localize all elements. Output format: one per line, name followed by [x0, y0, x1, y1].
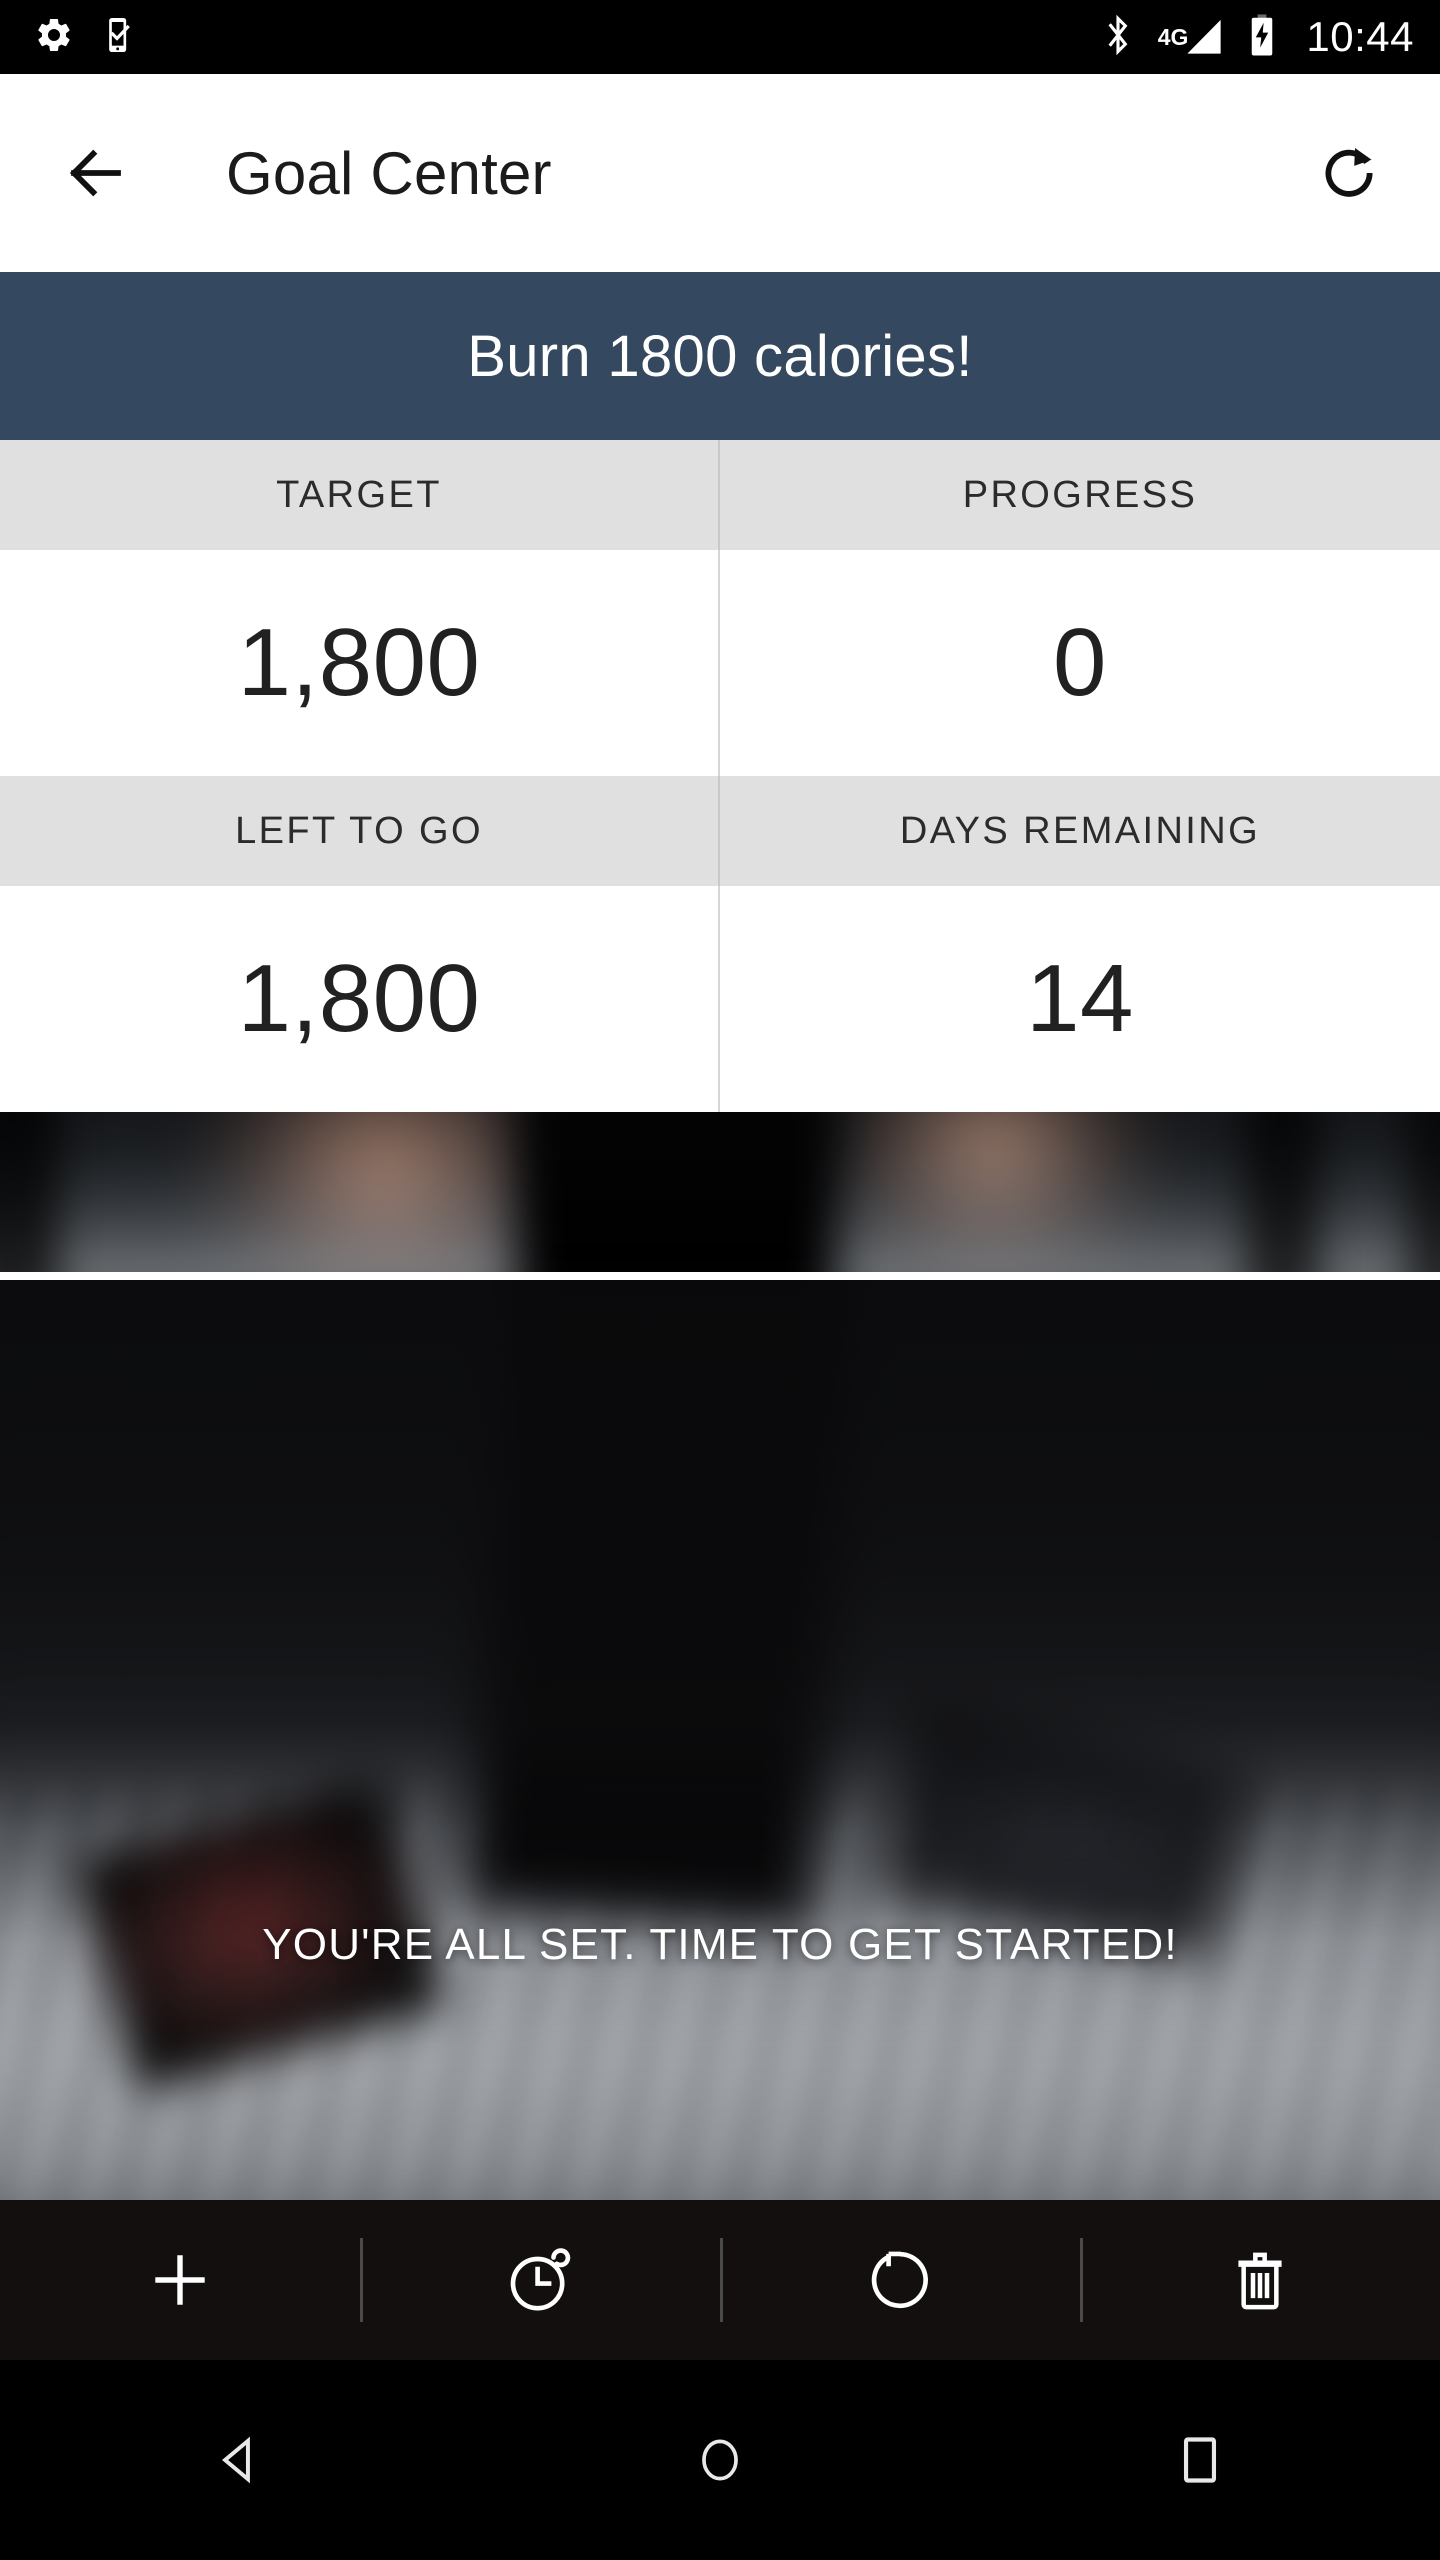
back-button[interactable] [60, 137, 132, 209]
signal-4g-icon: 4G [1158, 16, 1227, 58]
stat-header-progress: PROGRESS [720, 440, 1440, 550]
stat-header-days-remaining: DAYS REMAINING [720, 776, 1440, 886]
stat-value-days-remaining: 14 [1026, 945, 1134, 1052]
android-nav-bar [0, 2360, 1440, 2560]
photo-divider [0, 1272, 1440, 1280]
photo-strip-upper [0, 1112, 1440, 1272]
bluetooth-icon [1100, 13, 1136, 62]
stats-grid: TARGET PROGRESS 1,800 0 LEFT TO GO DAYS … [0, 440, 1440, 1112]
photo-strip-figure [518, 1112, 836, 1272]
photo-message-text: YOU'RE ALL SET. TIME TO GET STARTED! [262, 1920, 1178, 1969]
goal-photo-area: YOU'RE ALL SET. TIME TO GET STARTED! [0, 1112, 1440, 2200]
phone-screen: 4G 10:44 Goal Center Burn 1800 calories!… [0, 0, 1440, 2560]
android-home-button[interactable] [480, 2360, 960, 2560]
stat-value-cell-days-remaining: 14 [720, 886, 1440, 1112]
stats-header-row-1: TARGET PROGRESS [0, 440, 1440, 550]
stat-label-target: TARGET [276, 473, 442, 516]
status-bar: 4G 10:44 [0, 0, 1440, 74]
stat-value-cell-left-to-go: 1,800 [0, 886, 720, 1112]
reset-button[interactable] [720, 2200, 1080, 2360]
battery-charging-icon [1248, 13, 1276, 62]
photo-message: YOU'RE ALL SET. TIME TO GET STARTED! [0, 1920, 1440, 1970]
stat-header-left-to-go: LEFT TO GO [0, 776, 720, 886]
app-bar: Goal Center [0, 74, 1440, 272]
stat-label-left-to-go: LEFT TO GO [235, 809, 483, 852]
stats-value-row-1: 1,800 0 [0, 550, 1440, 776]
stat-header-target: TARGET [0, 440, 720, 550]
stat-value-left-to-go: 1,800 [237, 945, 481, 1052]
android-back-button[interactable] [0, 2360, 480, 2560]
delete-button[interactable] [1080, 2200, 1440, 2360]
goal-banner: Burn 1800 calories! [0, 272, 1440, 440]
stat-value-cell-progress: 0 [720, 550, 1440, 776]
goal-banner-text: Burn 1800 calories! [467, 323, 973, 389]
page-title: Goal Center [226, 139, 552, 207]
android-recents-button[interactable] [960, 2360, 1440, 2560]
stat-label-progress: PROGRESS [962, 473, 1198, 516]
stats-header-row-2: LEFT TO GO DAYS REMAINING [0, 776, 1440, 886]
phone-check-icon [100, 15, 140, 60]
add-goal-button[interactable] [0, 2200, 360, 2360]
photo-main-scrim [0, 1280, 1440, 2200]
status-bar-left-icons [34, 15, 140, 60]
stat-value-target: 1,800 [237, 609, 481, 716]
photo-main: YOU'RE ALL SET. TIME TO GET STARTED! [0, 1280, 1440, 2200]
stats-value-row-2: 1,800 14 [0, 886, 1440, 1112]
status-bar-right-icons: 4G 10:44 [1100, 13, 1414, 62]
refresh-button[interactable] [1310, 134, 1388, 212]
bottom-toolbar [0, 2200, 1440, 2360]
status-bar-clock: 10:44 [1306, 13, 1414, 60]
network-type-label: 4G [1157, 24, 1189, 50]
stat-value-cell-target: 1,800 [0, 550, 720, 776]
history-button[interactable] [360, 2200, 720, 2360]
stat-label-days-remaining: DAYS REMAINING [899, 809, 1261, 852]
stat-value-progress: 0 [1053, 609, 1107, 716]
settings-gear-icon [34, 15, 74, 60]
